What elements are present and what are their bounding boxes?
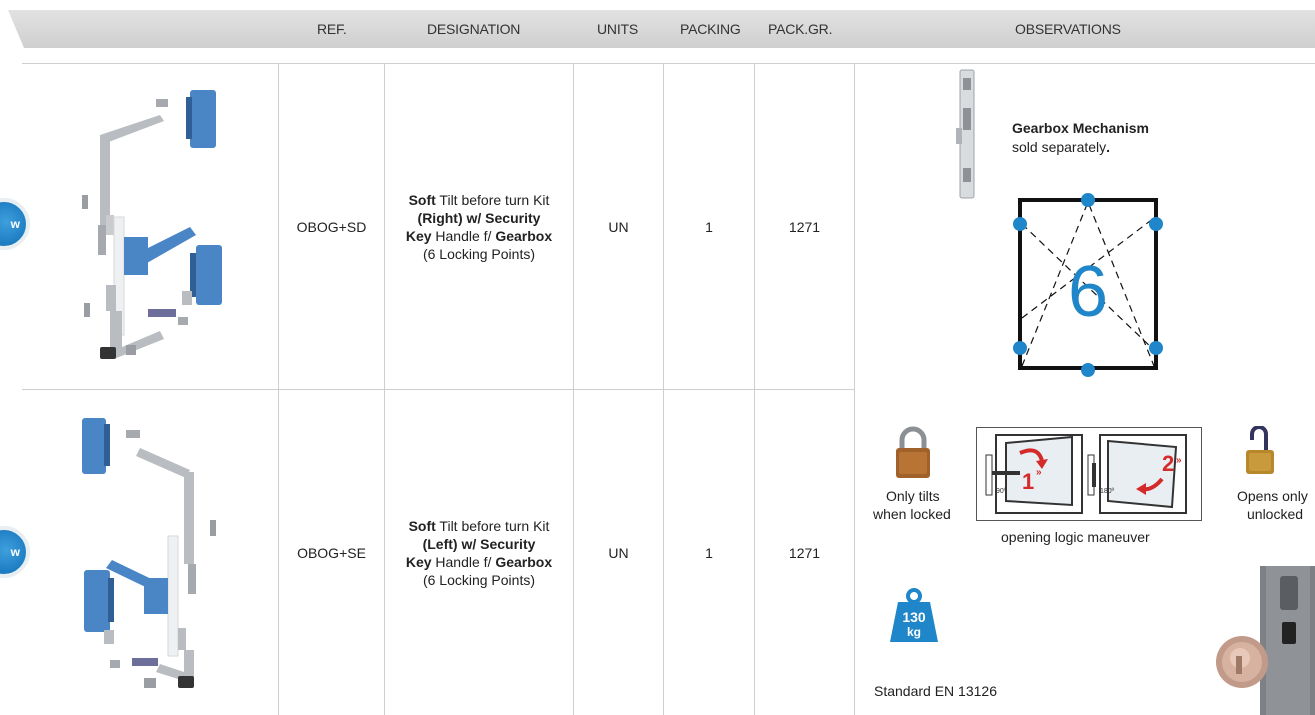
col-observations: OBSERVATIONS (1015, 21, 1121, 37)
col-designation: DESIGNATION (427, 21, 521, 37)
col-units: UNITS (597, 21, 639, 37)
units-cell: UN (608, 218, 629, 235)
packing-cell: 1 (705, 218, 713, 235)
only-tilts-line1: Only tilts (886, 488, 940, 504)
weight-unit: kg (907, 625, 921, 639)
pack-gr-cell: 1271 (788, 218, 821, 235)
gearbox-title: Gearbox Mechanism (1012, 120, 1149, 136)
grid-v6 (854, 63, 855, 715)
gearbox-note: sold separately. (1012, 139, 1111, 155)
maneuver-caption: opening logic maneuver (1001, 529, 1150, 545)
padlock-unlocked-icon (1246, 426, 1274, 474)
weight-value: 130 (902, 609, 926, 625)
svg-text:1: 1 (1022, 469, 1034, 494)
col-ref: REF. (317, 21, 347, 37)
view-badge[interactable]: w (0, 198, 30, 250)
padlock-locked-icon (896, 426, 930, 478)
table-header: REF. DESIGNATION UNITS PACKING PACK.GR. … (8, 10, 1315, 48)
gearbox-image (956, 69, 975, 199)
locking-points-diagram: 6 (1013, 193, 1163, 377)
designation-cell: Soft Tilt before turn Kit (Right) w/ Sec… (405, 191, 553, 262)
key-cylinder-image (1216, 566, 1315, 715)
svg-text:»: » (1176, 455, 1182, 466)
kit-left-image (82, 418, 216, 688)
locking-points-count: 6 (1068, 252, 1108, 332)
col-pack-gr: PACK.GR. (768, 21, 833, 37)
svg-text:180º: 180º (1100, 488, 1115, 495)
view-badge[interactable]: w (0, 526, 30, 578)
ref-cell: OBOG+SD (296, 218, 367, 235)
ref-cell: OBOG+SE (297, 544, 366, 561)
opens-only-line1: Opens only (1237, 488, 1308, 504)
only-tilts-line2: when locked (873, 506, 951, 522)
opens-only-line2: unlocked (1247, 506, 1304, 522)
svg-text:90º: 90º (996, 488, 1007, 495)
packing-cell: 1 (705, 544, 713, 561)
weight-icon: 130 kg (890, 588, 938, 642)
svg-text:»: » (1036, 467, 1042, 478)
units-cell: UN (608, 544, 629, 561)
designation-cell: Soft Tilt before turn Kit (Left) w/ Secu… (405, 517, 553, 588)
svg-text:2: 2 (1162, 451, 1174, 476)
kit-right-image (82, 90, 222, 359)
pack-gr-cell: 1271 (788, 544, 821, 561)
col-packing: PACKING (680, 21, 741, 37)
opening-logic-diagram: 1 » 90º 2 » 180º (976, 427, 1202, 521)
standard-text: Standard EN 13126 (874, 683, 997, 699)
